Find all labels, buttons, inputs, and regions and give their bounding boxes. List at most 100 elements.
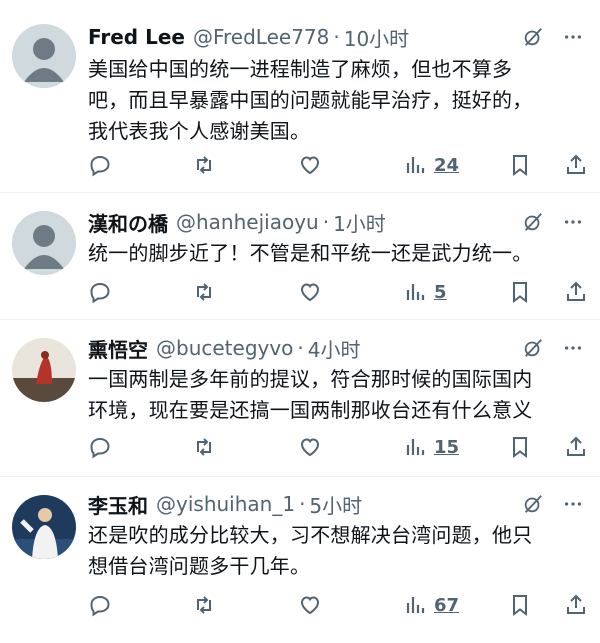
repost-icon [197, 596, 211, 614]
repost-button[interactable] [192, 432, 216, 462]
tweet-header: 熏悟空 @bucetegyvo · 4小时 [88, 333, 584, 363]
separator-dot: · [297, 336, 304, 360]
tweet-header: 李玉和 @yishuihan_1 · 5小时 [88, 489, 584, 519]
tweet-header: 漢和の橋 @hanhejiaoyu · 1小时 [88, 207, 584, 237]
repost-button[interactable] [192, 150, 216, 180]
views-count: 67 [434, 594, 460, 616]
views-button[interactable]: 67 [404, 590, 459, 620]
display-name[interactable]: 李玉和 [88, 490, 148, 519]
reply-button[interactable] [88, 432, 112, 462]
tweet-text-line: 还是吹的成分比较大，习不想解决台湾问题，他只 [88, 523, 533, 547]
tweet-text-line: 吧，而且早暴露中国的问题就能早治疗，挺好的， [88, 88, 533, 112]
tweet-header: Fred Lee @FredLee778 · 10小时 [88, 22, 584, 52]
tweet-text-line: 我代表我个人感谢美国。 [88, 119, 311, 143]
avatar[interactable] [12, 24, 76, 88]
avatar[interactable] [12, 495, 76, 559]
timestamp[interactable]: 4小时 [308, 334, 361, 363]
repost-icon [197, 283, 211, 301]
like-button[interactable] [298, 432, 322, 462]
reply-icon [90, 155, 110, 177]
avatar[interactable] [12, 211, 76, 275]
bookmark-icon [513, 282, 527, 303]
tweet-text: 还是吹的成分比较大，习不想解决台湾问题，他只 想借台湾问题多干几年。 [88, 520, 584, 582]
bookmark-button[interactable] [508, 277, 532, 307]
action-bar: 15 [88, 432, 588, 462]
reply-button[interactable] [88, 590, 112, 620]
views-icon [406, 157, 425, 173]
share-icon [567, 154, 585, 174]
bookmark-button[interactable] [508, 590, 532, 620]
share-icon [567, 281, 585, 301]
heart-icon [300, 596, 320, 615]
timestamp[interactable]: 5小时 [309, 490, 362, 519]
tweet[interactable]: 李玉和 @yishuihan_1 · 5小时 还是吹的成分比较大，习不想解决台湾… [0, 477, 600, 643]
heart-icon [300, 438, 320, 457]
views-button[interactable]: 15 [404, 432, 459, 462]
views-count: 15 [434, 436, 460, 458]
more-icon[interactable] [562, 337, 584, 359]
views-count: 5 [434, 281, 447, 303]
grok-icon[interactable] [522, 337, 544, 359]
reply-button[interactable] [88, 277, 112, 307]
tweet[interactable]: 熏悟空 @bucetegyvo · 4小时 一国两制是多年前的提议，符合那时候的… [0, 320, 600, 477]
more-icon[interactable] [562, 493, 584, 515]
share-button[interactable] [564, 590, 588, 620]
like-button[interactable] [298, 277, 322, 307]
share-icon [567, 436, 585, 456]
heart-icon [300, 156, 320, 175]
tweet[interactable]: Fred Lee @FredLee778 · 10小时 美国给中国的统一进程制造… [0, 0, 600, 193]
action-bar: 67 [88, 590, 588, 620]
reply-icon [90, 437, 110, 459]
tweet[interactable]: 漢和の橋 @hanhejiaoyu · 1小时 统一的脚步近了！不管是和平统一还… [0, 193, 600, 320]
tweet-text: 美国给中国的统一进程制造了麻烦，但也不算多 吧，而且早暴露中国的问题就能早治疗，… [88, 54, 584, 147]
grok-icon[interactable] [522, 493, 544, 515]
share-button[interactable] [564, 432, 588, 462]
grok-icon[interactable] [522, 26, 544, 48]
display-name[interactable]: Fred Lee [88, 25, 185, 49]
like-button[interactable] [298, 590, 322, 620]
tweet-text: 统一的脚步近了！不管是和平统一还是武力统一。 [88, 238, 584, 269]
views-button[interactable]: 24 [404, 150, 459, 180]
tweet-text-line: 一国两制是多年前的提议，符合那时候的国际国内 [88, 367, 533, 391]
bookmark-button[interactable] [508, 432, 532, 462]
avatar[interactable] [12, 338, 76, 402]
action-bar: 24 [88, 150, 588, 180]
separator-dot: · [322, 210, 330, 234]
bookmark-icon [513, 437, 527, 458]
views-icon [406, 597, 425, 613]
tweet-text-line: 想借台湾问题多干几年。 [88, 554, 311, 578]
display-name[interactable]: 漢和の橋 [88, 208, 168, 237]
user-handle[interactable]: @hanhejiaoyu [176, 210, 319, 234]
reply-button[interactable] [88, 150, 112, 180]
share-button[interactable] [564, 277, 588, 307]
bookmark-button[interactable] [508, 150, 532, 180]
share-icon [567, 594, 585, 614]
display-name[interactable]: 熏悟空 [88, 334, 148, 363]
heart-icon [300, 283, 320, 302]
views-count: 24 [434, 154, 460, 176]
share-button[interactable] [564, 150, 588, 180]
tweet-text-line: 环境，现在要是还搞一国两制那收台还有什么意义 [88, 398, 533, 422]
reply-icon [90, 595, 110, 617]
more-icon[interactable] [562, 26, 584, 48]
like-button[interactable] [298, 150, 322, 180]
action-bar: 5 [88, 277, 588, 307]
tweet-text: 一国两制是多年前的提议，符合那时候的国际国内 环境，现在要是还搞一国两制那收台还… [88, 364, 584, 426]
views-button[interactable]: 5 [404, 277, 447, 307]
tweet-text-line: 美国给中国的统一进程制造了麻烦，但也不算多 [88, 57, 513, 81]
views-icon [406, 439, 425, 455]
repost-button[interactable] [192, 590, 216, 620]
tweet-text-line: 统一的脚步近了！不管是和平统一还是武力统一。 [88, 241, 533, 265]
separator-dot: · [299, 492, 306, 516]
user-handle[interactable]: @bucetegyvo [156, 336, 293, 360]
grok-icon[interactable] [522, 211, 544, 233]
timestamp[interactable]: 1小时 [333, 208, 386, 237]
bookmark-icon [513, 155, 527, 176]
separator-dot: · [333, 25, 340, 49]
user-handle[interactable]: @yishuihan_1 [156, 492, 295, 516]
repost-button[interactable] [192, 277, 216, 307]
reply-icon [90, 282, 110, 304]
timestamp[interactable]: 10小时 [344, 23, 409, 52]
user-handle[interactable]: @FredLee778 [193, 25, 329, 49]
more-icon[interactable] [562, 211, 584, 233]
